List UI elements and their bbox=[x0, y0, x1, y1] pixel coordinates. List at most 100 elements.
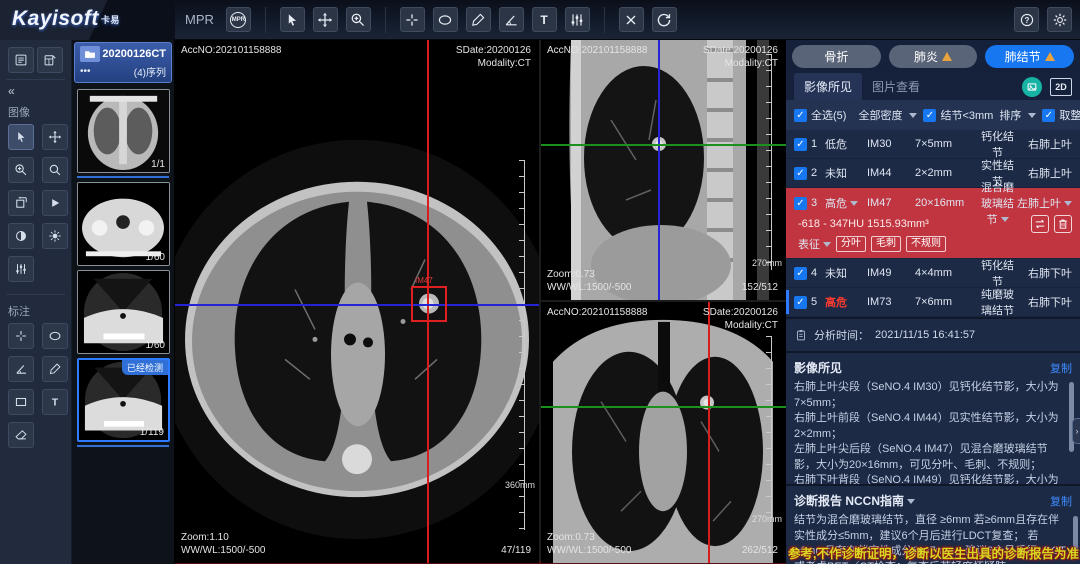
image-number: IM73 bbox=[867, 296, 915, 308]
window-level-button[interactable] bbox=[565, 7, 590, 32]
row-checkbox[interactable]: ✓ bbox=[794, 296, 807, 309]
small-nodule-checkbox[interactable]: ✓结节<3mm bbox=[923, 107, 993, 123]
sagittal-crosshair-vertical[interactable] bbox=[658, 40, 660, 300]
rail-window-level-button[interactable] bbox=[8, 256, 34, 282]
top-toolbar: Kayisoft卡易 MPR MPR bbox=[0, 0, 1080, 40]
compare-button[interactable] bbox=[1031, 215, 1049, 233]
settings-button[interactable] bbox=[1047, 7, 1072, 32]
nodule-row-3-selected[interactable]: ✓ 3 高危 IM47 20×16mm 混合磨玻璃结节 左肺上叶 -618 - … bbox=[786, 188, 1080, 259]
more-icon[interactable]: ••• bbox=[80, 66, 91, 77]
tab-lung-nodule[interactable]: 肺结节 bbox=[985, 45, 1074, 68]
row-checkbox[interactable]: ✓ bbox=[794, 167, 807, 180]
text-tool-button[interactable] bbox=[532, 7, 557, 32]
series-thumbnail-2[interactable]: 1/60 bbox=[77, 182, 170, 266]
checkbox-icon: ✓ bbox=[794, 109, 807, 122]
copy-report-button[interactable]: 复制 bbox=[1050, 493, 1072, 509]
ellipse-icon bbox=[48, 329, 62, 343]
angle-tool-button[interactable] bbox=[499, 7, 524, 32]
sort-dropdown[interactable]: 排序 bbox=[999, 107, 1036, 123]
nodule-type: 钙化结节 bbox=[981, 257, 1014, 289]
2d-view-button[interactable]: 2D bbox=[1050, 78, 1072, 96]
row-checkbox[interactable]: ✓ bbox=[794, 197, 807, 210]
copy-findings-button[interactable]: 复制 bbox=[1050, 360, 1072, 376]
row-checkbox[interactable]: ✓ bbox=[794, 138, 807, 151]
study-title: 20200126CT bbox=[102, 48, 166, 60]
panel-collapse-handle[interactable]: › bbox=[1072, 418, 1080, 444]
move-icon bbox=[317, 12, 333, 28]
nodule-row-1[interactable]: ✓ 1 低危 IM30 7×5mm 钙化结节 右肺上叶 bbox=[786, 130, 1080, 159]
rail-angle-button[interactable] bbox=[8, 356, 34, 382]
thumbnail-page: 1/60 bbox=[146, 252, 165, 263]
rail-rect-button[interactable] bbox=[8, 389, 34, 415]
crosshair-tool-button[interactable] bbox=[400, 7, 425, 32]
nodule-type-dropdown[interactable]: 混合磨玻璃结节 bbox=[981, 179, 1014, 227]
series-thumbnail-1[interactable]: 1/1 bbox=[77, 89, 170, 173]
sagittal-study-date: SDate:20200126 bbox=[703, 44, 778, 57]
rail-cine-play-button[interactable] bbox=[42, 190, 68, 216]
rail-eraser-button[interactable] bbox=[8, 422, 34, 448]
warning-icon bbox=[942, 52, 952, 61]
nodule-row-4[interactable]: ✓ 4 未知 IM49 4×4mm 钙化结节 右肺下叶 bbox=[786, 259, 1080, 288]
series-thumbnail-3[interactable]: 1/60 bbox=[77, 270, 170, 354]
nodule-row-5[interactable]: ✓ 5 高危 IM73 7×6mm 纯磨玻璃结节 右肺下叶 bbox=[786, 288, 1080, 317]
risk-level-dropdown[interactable]: 高危 bbox=[825, 195, 867, 211]
rail-pencil-button[interactable] bbox=[42, 356, 68, 382]
sagittal-viewport[interactable]: 270mm AccNO:202101158888 SDate:20200126 … bbox=[541, 40, 786, 300]
toolbar-separator bbox=[385, 7, 386, 33]
tab-fracture[interactable]: 骨折 bbox=[792, 45, 881, 68]
clear-annotations-button[interactable] bbox=[619, 7, 644, 32]
study-header[interactable]: 20200126CT ••• (4)序列 bbox=[74, 42, 172, 83]
rail-text-button[interactable] bbox=[42, 389, 68, 415]
rail-zoom-in-button[interactable] bbox=[8, 157, 34, 183]
sagittal-ruler-label: 270mm bbox=[752, 258, 782, 268]
zoom-tool-button[interactable] bbox=[346, 7, 371, 32]
nodule-location-dropdown[interactable]: 左肺上叶 bbox=[1014, 195, 1072, 211]
sagittal-slice-counter: 152/512 bbox=[742, 281, 778, 294]
select-all-checkbox[interactable]: ✓全选(5) bbox=[794, 107, 846, 123]
film-view-button[interactable] bbox=[1022, 77, 1042, 97]
axial-crosshair-horizontal[interactable] bbox=[175, 304, 539, 306]
rail-invert-button[interactable] bbox=[8, 223, 34, 249]
cursor-tool-button[interactable] bbox=[280, 7, 305, 32]
coronal-crosshair-vertical[interactable] bbox=[708, 302, 710, 563]
subtab-findings[interactable]: 影像所见 bbox=[794, 73, 862, 100]
collapse-rail-button[interactable]: « bbox=[6, 80, 65, 102]
delete-nodule-button[interactable] bbox=[1054, 215, 1072, 233]
nodule-roi-box[interactable] bbox=[411, 286, 447, 322]
mpr-layout-button[interactable]: MPR bbox=[226, 7, 251, 32]
coronal-viewport[interactable]: 270mm AccNO:202101158888 SDate:20200126 … bbox=[541, 302, 786, 563]
axial-ct-image bbox=[175, 40, 539, 563]
pencil-tool-button[interactable] bbox=[466, 7, 491, 32]
subtab-image-view[interactable]: 图片查看 bbox=[862, 73, 930, 100]
rail-ellipse-button[interactable] bbox=[42, 323, 68, 349]
round-checkbox[interactable]: ✓取整 bbox=[1042, 107, 1080, 123]
density-filter-dropdown[interactable]: 全部密度 bbox=[858, 107, 917, 123]
sagittal-crosshair-horizontal[interactable] bbox=[541, 144, 786, 146]
rail-magnify-button[interactable] bbox=[42, 157, 68, 183]
help-button[interactable] bbox=[1014, 7, 1039, 32]
worklist-button[interactable] bbox=[8, 47, 34, 73]
pan-tool-button[interactable] bbox=[313, 7, 338, 32]
cursor-icon bbox=[14, 130, 28, 144]
rail-pan-button[interactable] bbox=[42, 124, 68, 150]
rail-brightness-button[interactable] bbox=[42, 223, 68, 249]
tab-pneumonia[interactable]: 肺炎 bbox=[889, 45, 978, 68]
rail-rotate-button[interactable] bbox=[8, 190, 34, 216]
nodule-type: 纯磨玻璃结节 bbox=[981, 286, 1014, 318]
nodule-row-2[interactable]: ✓ 2 未知 IM44 2×2mm 实性结节 右肺上叶 bbox=[786, 159, 1080, 188]
features-dropdown[interactable]: 表征 bbox=[798, 236, 831, 252]
ellipse-tool-button[interactable] bbox=[433, 7, 458, 32]
series-thumbnail-4-selected[interactable]: 已经检测 1/119 bbox=[77, 358, 170, 442]
axial-ruler-label: 360mm bbox=[505, 480, 535, 490]
mpr-grid-icon: MPR bbox=[230, 12, 246, 28]
rail-crosshair-button[interactable] bbox=[8, 323, 34, 349]
detected-badge: 已经检测 bbox=[122, 360, 168, 375]
report-layout-button[interactable] bbox=[37, 47, 63, 73]
sagittal-accession-number: AccNO:202101158888 bbox=[547, 44, 647, 57]
rail-cursor-button[interactable] bbox=[8, 124, 34, 150]
panel-subtabs: 影像所见 图片查看 2D bbox=[786, 73, 1080, 100]
reset-button[interactable] bbox=[652, 7, 677, 32]
coronal-crosshair-horizontal[interactable] bbox=[541, 406, 786, 408]
axial-viewport[interactable]: IM47 360mm AccNO:202101158888 SDate:2020… bbox=[175, 40, 539, 563]
row-checkbox[interactable]: ✓ bbox=[794, 267, 807, 280]
